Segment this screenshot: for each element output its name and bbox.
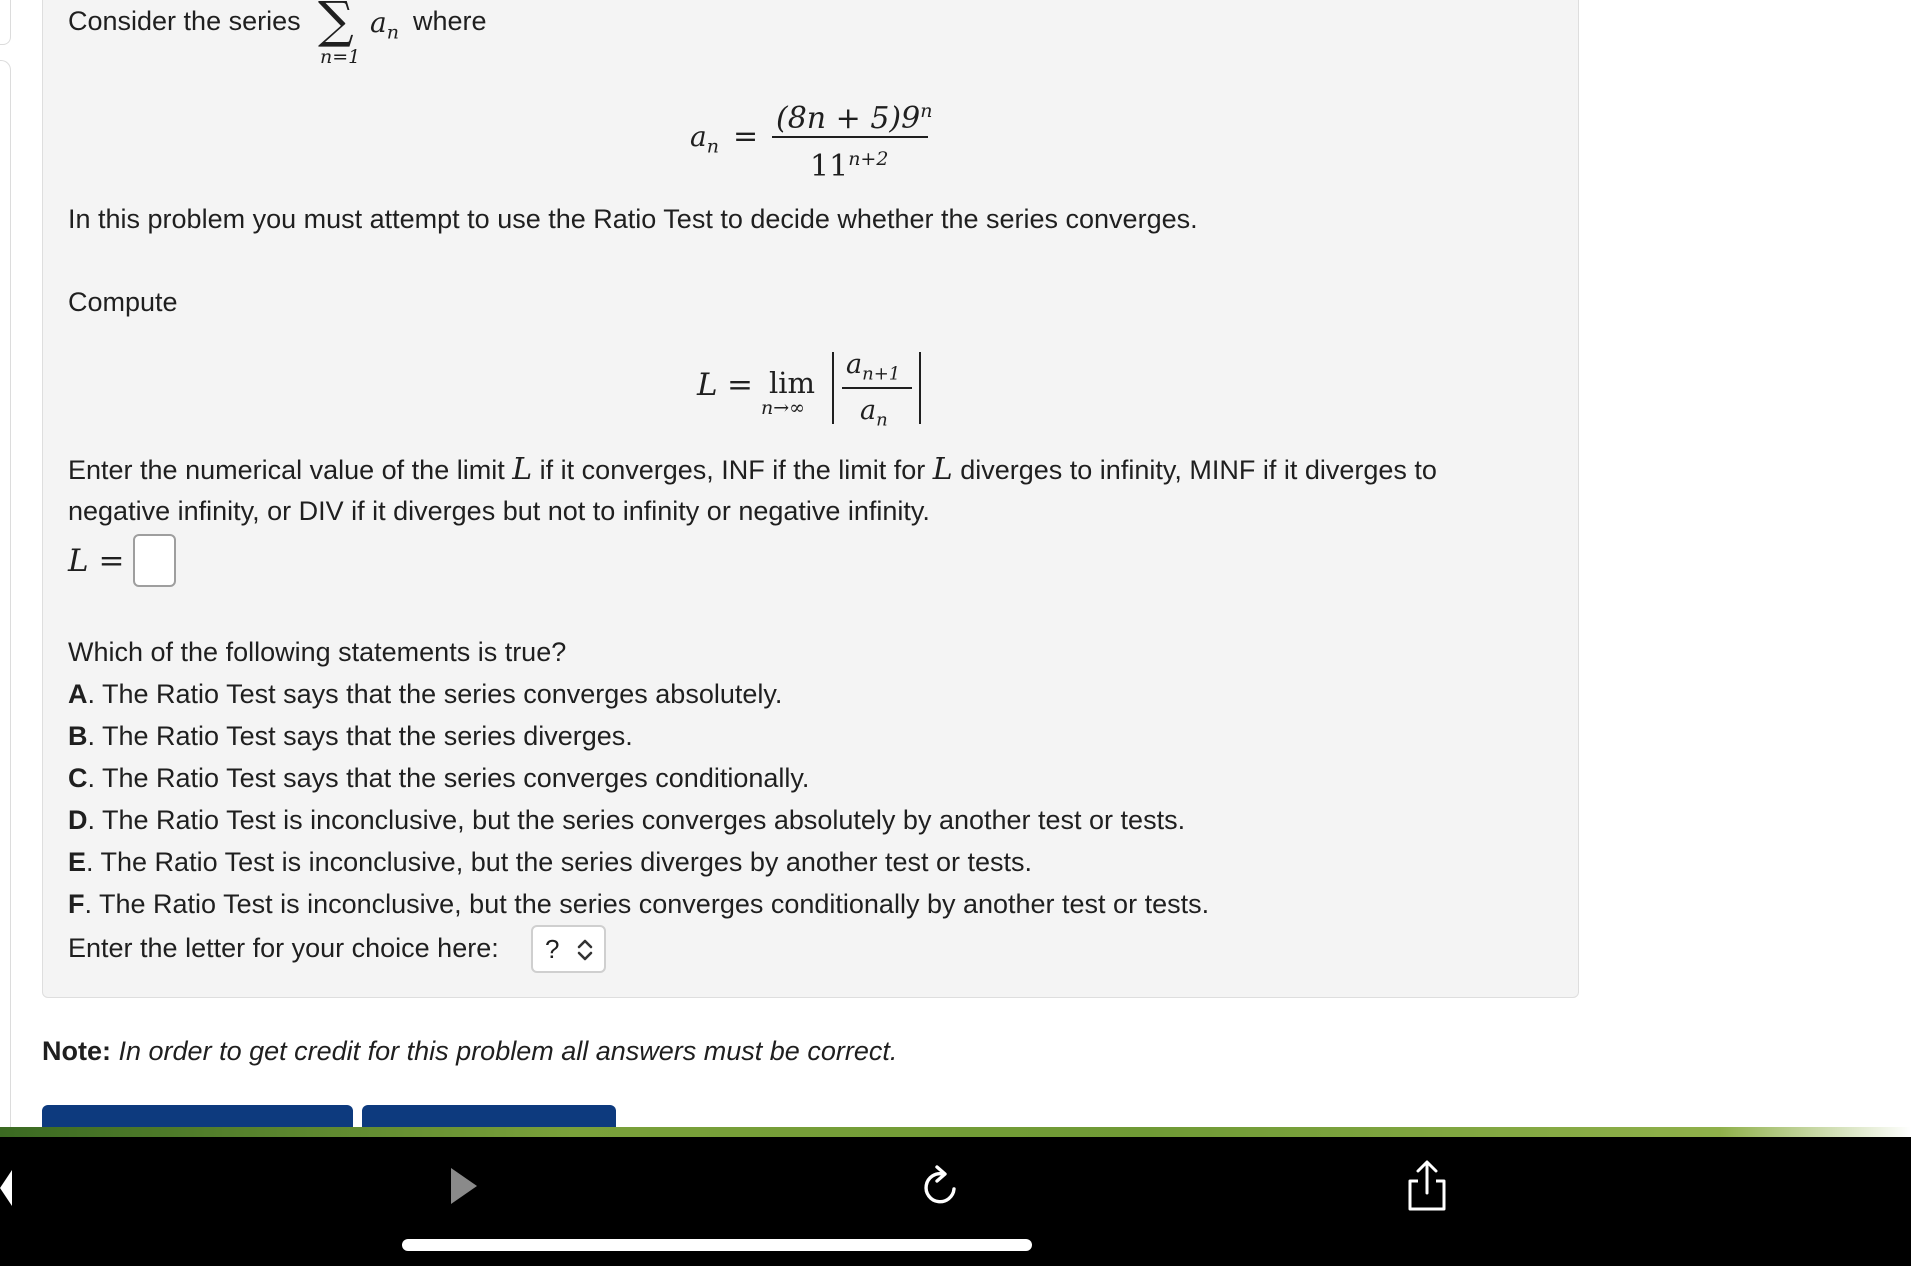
choice-f: F. The Ratio Test is inconclusive, but t…	[68, 887, 1209, 921]
formula-fraction-bar	[772, 136, 928, 138]
sum-symbol: ∑	[318, 0, 354, 49]
formula-lhs-base: a	[690, 120, 707, 153]
chevron-up-down-icon	[577, 939, 593, 961]
left-edge-panel	[0, 60, 11, 1136]
formula-equals: =	[733, 119, 759, 154]
choice-c-text: . The Ratio Test says that the series co…	[87, 763, 810, 793]
limit-answer-input[interactable]	[133, 534, 176, 587]
intro-where: where	[413, 6, 487, 36]
formula-lhs: an	[690, 120, 719, 164]
choice-c: C. The Ratio Test says that the series c…	[68, 761, 809, 795]
enter-L-2: L	[932, 452, 953, 487]
ratio-den-base: a	[860, 395, 877, 426]
choice-d-letter: D	[68, 805, 88, 835]
abs-bar-left	[832, 352, 834, 424]
abs-bar-right	[919, 352, 921, 424]
reload-icon[interactable]	[918, 1163, 964, 1211]
choice-f-text: . The Ratio Test is inconclusive, but th…	[84, 889, 1210, 919]
choice-select-value: ?	[545, 934, 560, 964]
formula-numerator: (8n + 5)9n	[776, 94, 932, 136]
choice-e-text: . The Ratio Test is inconclusive, but th…	[86, 847, 1032, 877]
enter-L-1: L	[512, 452, 533, 487]
ratio-den-sub: n	[876, 409, 888, 431]
sum-term-sub: n	[386, 21, 399, 44]
formula-lhs-sub: n	[706, 135, 719, 158]
choice-f-letter: F	[68, 889, 85, 919]
choice-a: A. The Ratio Test says that the series c…	[68, 677, 782, 711]
share-icon[interactable]	[1404, 1157, 1450, 1213]
choice-b-text: . The Ratio Test says that the series di…	[87, 721, 633, 751]
denominator-exp: n+2	[848, 148, 889, 170]
enter-instruction-line1: Enter the numerical value of the limit L…	[68, 453, 1437, 487]
submit-button[interactable]	[42, 1105, 353, 1127]
numerator-exp: n	[920, 100, 933, 122]
ratio-numerator: an+1	[846, 348, 900, 391]
limit-equals: =	[727, 367, 753, 403]
sum-term: an	[370, 6, 399, 50]
choice-a-letter: A	[68, 679, 88, 709]
back-arrow-icon[interactable]	[0, 1166, 16, 1210]
choice-c-letter: C	[68, 763, 88, 793]
ratio-instruction: In this problem you must attempt to use …	[68, 204, 1198, 234]
enter-text-a: Enter the numerical value of the limit	[68, 455, 505, 485]
answer-label: L =	[68, 543, 125, 579]
sum-term-base: a	[370, 6, 387, 39]
choice-d: D. The Ratio Test is inconclusive, but t…	[68, 803, 1185, 837]
note: Note: In order to get credit for this pr…	[42, 1034, 897, 1068]
enter-instruction-line2: negative infinity, or DIV if it diverges…	[68, 496, 930, 526]
choice-b-letter: B	[68, 721, 88, 751]
limit-word: lim	[769, 366, 816, 400]
choice-select[interactable]: ?	[531, 925, 606, 973]
note-label: Note:	[42, 1036, 111, 1066]
left-edge-panel-top	[0, 0, 11, 45]
choice-e-letter: E	[68, 847, 87, 877]
ratio-num-sub: n+1	[862, 363, 901, 385]
question-text: Which of the following statements is tru…	[68, 637, 567, 667]
ratio-num-base: a	[846, 349, 863, 380]
browser-toolbar	[0, 1137, 1911, 1266]
intro-text: Consider the series	[68, 6, 301, 36]
choice-d-text: . The Ratio Test is inconclusive, but th…	[87, 805, 1186, 835]
numerator-base: (8n + 5)9	[776, 101, 921, 136]
choice-e: E. The Ratio Test is inconclusive, but t…	[68, 845, 1032, 879]
forward-arrow-icon[interactable]	[447, 1164, 481, 1208]
enter-text-b: if it converges, INF if the limit for	[539, 455, 926, 485]
note-text: In order to get credit for this problem …	[118, 1036, 898, 1066]
choice-b: B. The Ratio Test says that the series d…	[68, 719, 633, 753]
enter-text-c: diverges to infinity, MINF if it diverge…	[960, 455, 1437, 485]
sum-lower-limit: n=1	[320, 46, 361, 68]
compute-label: Compute	[68, 287, 178, 317]
page-bottom-bar	[0, 1127, 1911, 1137]
preview-button[interactable]	[362, 1105, 616, 1127]
limit-under: n→∞	[761, 397, 805, 419]
ratio-denominator: an	[860, 394, 888, 437]
select-label: Enter the letter for your choice here:	[68, 933, 499, 963]
ratio-fraction-bar	[842, 387, 912, 389]
limit-lhs: L	[697, 367, 718, 403]
choice-a-text: . The Ratio Test says that the series co…	[87, 679, 783, 709]
home-indicator	[402, 1239, 1032, 1251]
formula-denominator: 11n+2	[810, 142, 888, 184]
denominator-base: 11	[810, 149, 849, 184]
